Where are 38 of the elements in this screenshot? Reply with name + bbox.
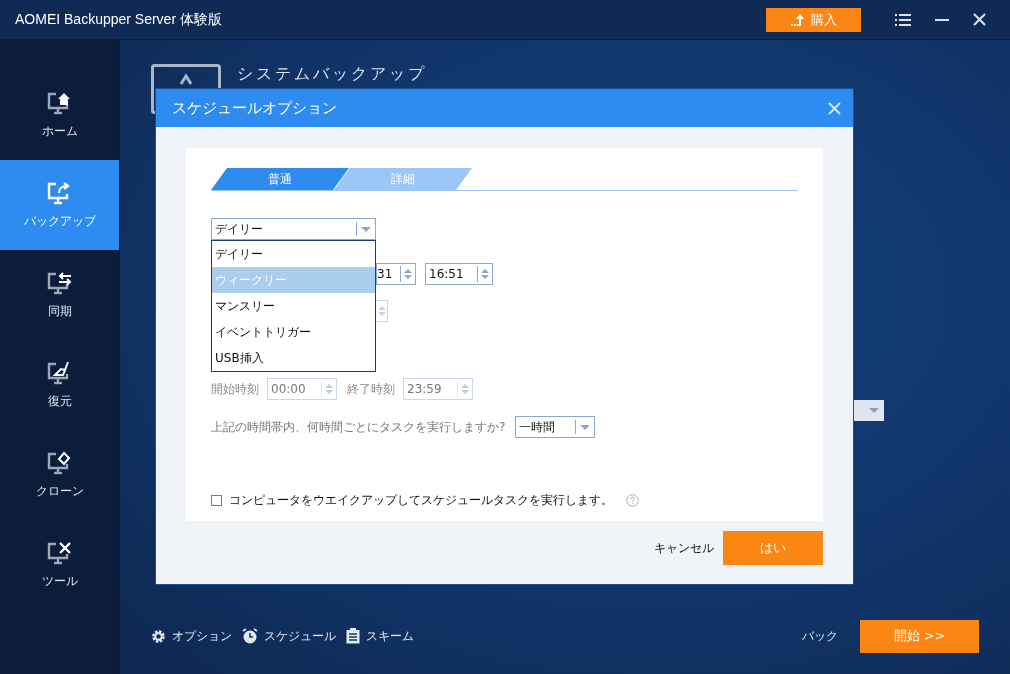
sidebar-item[interactable]: ツール xyxy=(0,520,119,610)
dropdown-option[interactable]: イベントトリガー xyxy=(212,319,375,345)
dropdown-option[interactable]: USB挿入 xyxy=(212,345,375,371)
sidebar-item[interactable]: ホーム xyxy=(0,70,119,160)
time-label: 開始時刻 xyxy=(211,380,259,398)
back-link[interactable]: バック xyxy=(802,627,838,645)
date-spinner[interactable]: 31 xyxy=(376,263,416,285)
page-title: システムバックアップ xyxy=(237,64,427,84)
interval-question: 上記の時間帯内、何時間ごとにタスクを実行しますか? xyxy=(211,418,506,436)
home-monitor-icon xyxy=(46,90,73,117)
dropdown-option[interactable]: マンスリー xyxy=(212,293,375,319)
upgrade-arrow-icon xyxy=(790,13,807,26)
toolbar-link[interactable]: スキーム xyxy=(346,627,414,645)
dialog-title: スケジュールオプション xyxy=(172,98,337,118)
sync-monitor-icon xyxy=(46,270,73,297)
time-label: 終了時刻 xyxy=(347,380,395,398)
minimize-icon[interactable] xyxy=(935,18,949,21)
frequency-dropdown[interactable]: デイリー xyxy=(211,218,376,240)
window-title: AOMEI Backupper Server 体験版 xyxy=(15,10,222,29)
settings-icon xyxy=(151,628,166,644)
interval-dropdown[interactable]: 一時間 xyxy=(515,416,596,438)
wake-option-label: コンピュータをウエイクアップしてスケジュールタスクを実行します。 xyxy=(229,492,613,509)
checkbox[interactable] xyxy=(211,495,222,506)
toolbar-link[interactable]: オプション xyxy=(151,627,232,645)
spinner-field[interactable] xyxy=(376,300,388,322)
toolbar-link[interactable]: スケジュール xyxy=(242,627,336,645)
clone-monitor-icon xyxy=(46,450,73,477)
clipboard-icon xyxy=(346,628,360,644)
close-icon[interactable] xyxy=(973,13,986,26)
dropdown-option[interactable]: デイリー xyxy=(212,241,375,267)
sidebar-item[interactable]: クローン xyxy=(0,430,119,520)
cancel-link[interactable]: キャンセル xyxy=(654,539,714,557)
menu-icon[interactable] xyxy=(895,13,911,26)
sidebar-item[interactable]: 同期 xyxy=(0,250,119,340)
tools-monitor-icon xyxy=(46,540,73,567)
time-spinner[interactable]: 16:51 xyxy=(425,263,493,285)
clock-icon xyxy=(242,628,258,644)
sidebar-item[interactable]: 復元 xyxy=(0,340,119,430)
